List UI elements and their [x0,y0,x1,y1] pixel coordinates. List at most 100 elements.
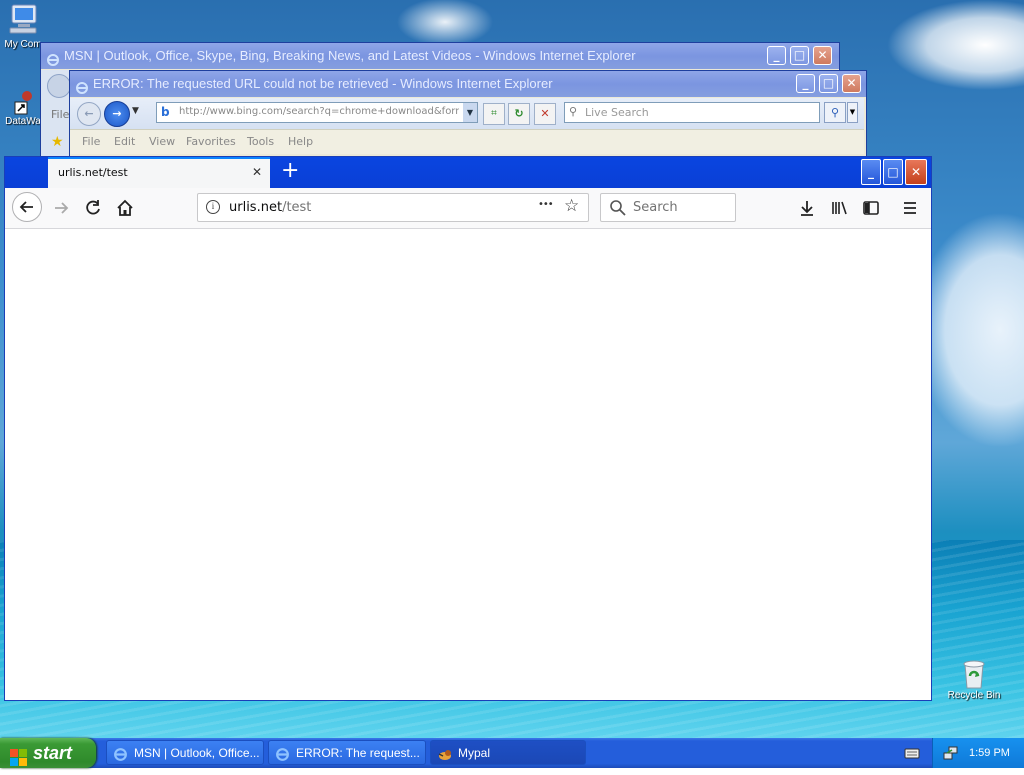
mypal-maximize-button[interactable]: □ [883,159,903,185]
recycle-bin-shortcut[interactable]: Recycle Bin [942,656,1006,701]
library-button[interactable] [825,194,853,222]
datawa-shortcut-icon [13,90,33,116]
ie-error-minimize-button[interactable]: _ [796,74,815,93]
download-icon [801,201,813,216]
ie-error-window[interactable]: ERROR: The requested URL could not be re… [69,70,867,162]
forward-button[interactable] [47,194,75,222]
ie-menu-tools[interactable]: Tools [247,135,274,148]
ie-error-close-button[interactable]: ✕ [842,74,861,93]
start-button[interactable]: start [0,738,96,768]
taskbar-item-mypal[interactable]: Mypal [430,740,586,765]
page-actions-icon[interactable]: ••• [538,199,554,210]
ie-menu-favorites[interactable]: Favorites [186,135,236,148]
ie-refresh-button[interactable]: ↻ [508,103,530,125]
ie-search-magnifier-icon: ⚲ [569,105,578,118]
taskbar-item-error[interactable]: ERROR: The request... [268,740,426,765]
clock[interactable]: 1:59 PM [969,738,1010,768]
search-placeholder: Search [633,200,678,215]
ie-error-navbar: ← → ▼ b http://www.bing.com/search?q=chr… [70,98,864,129]
ie-search-go-button[interactable]: ⚲ [824,102,846,123]
library-icon [832,201,847,215]
desktop: My Com DataWa Recycle Bin MSN | Outlook,… [0,0,1024,738]
ie-back-button[interactable]: ← [77,102,101,126]
reload-icon [86,200,100,215]
mypal-nav-toolbar: i urlis.net/test ••• ☆ Search [5,188,931,229]
ie-icon [113,746,128,764]
taskbar-item-msn[interactable]: MSN | Outlook, Office... [106,740,264,765]
mypal-tab-bar[interactable]: urlis.net/test ✕ + _ □ ✕ [5,157,931,188]
ie-address-bar[interactable]: b http://www.bing.com/search?q=chrome+do… [156,102,478,123]
ie-live-search-input[interactable]: ⚲ Live Search [564,102,820,123]
ie-error-menubar: File Edit View Favorites Tools Help [70,129,864,154]
ie-menu-view[interactable]: View [149,135,175,148]
search-box[interactable]: Search [600,193,736,222]
ie-menu-help[interactable]: Help [288,135,313,148]
ie-menu-file[interactable]: File [82,135,100,148]
ie-msn-toolbar-strip: File ★ [41,70,71,162]
ie-search-options-dropdown[interactable]: ▼ [847,102,858,123]
url-path: /test [282,200,312,215]
ie-msn-maximize-button[interactable]: □ [790,46,809,65]
page-content-area[interactable] [5,229,931,700]
recycle-bin-icon [959,656,989,690]
new-tab-button[interactable]: + [281,158,299,184]
sidebar-icon [863,201,879,215]
my-computer-icon [0,2,46,39]
mypal-close-button[interactable]: ✕ [905,159,927,185]
hamburger-menu-icon [904,202,916,214]
network-tray-icon[interactable] [943,745,959,764]
ie-menu-edit[interactable]: Edit [114,135,135,148]
tab-close-icon[interactable]: ✕ [252,165,262,179]
keyboard-layout-icon[interactable] [904,746,920,763]
taskbar-item-msn-label: MSN | Outlook, Office... [134,746,260,760]
windows-logo-icon [10,745,27,775]
back-button[interactable] [12,192,42,222]
ie-msn-title: MSN | Outlook, Office, Skype, Bing, Brea… [64,48,636,63]
reload-button[interactable] [79,194,107,222]
ie-address-dropdown-icon[interactable]: ▼ [463,103,477,122]
ie-stop-button[interactable]: ✕ [534,103,556,125]
ie-address-text[interactable]: http://www.bing.com/search?q=chrome+down… [179,106,459,117]
bing-icon: b [161,105,170,119]
back-arrow-icon [19,201,33,213]
ie-msn-back-button[interactable] [47,74,71,98]
ie-forward-button[interactable]: → [104,101,130,127]
forward-arrow-icon [55,202,69,214]
ie-icon [75,78,89,94]
home-icon [117,199,133,216]
home-button[interactable] [111,194,139,222]
taskbar-item-mypal-label: Mypal [458,746,491,760]
ie-msn-favorites-star-icon[interactable]: ★ [51,134,64,150]
start-label: start [33,743,73,763]
ie-live-search-placeholder: Live Search [585,106,649,119]
url-host: urlis.net [229,200,283,215]
ie-msn-minimize-button[interactable]: _ [767,46,786,65]
tab-urlis-test[interactable]: urlis.net/test ✕ [48,157,270,188]
ie-error-title: ERROR: The requested URL could not be re… [93,76,553,91]
ie-error-titlebar[interactable]: ERROR: The requested URL could not be re… [70,71,866,97]
ie-msn-menu-file[interactable]: File [51,108,69,121]
mypal-browser-window[interactable]: urlis.net/test ✕ + _ □ ✕ i urlis.net/tes… [4,156,932,701]
ie-icon [275,746,290,764]
url-bar[interactable]: i urlis.net/test ••• ☆ [197,193,589,222]
sidebar-button[interactable] [857,194,885,222]
taskbar: start MSN | Outlook, Office... ERROR: Th… [0,738,1024,768]
ie-history-dropdown-icon[interactable]: ▼ [132,106,139,116]
taskbar-item-error-label: ERROR: The request... [296,746,420,760]
search-icon [610,200,626,216]
mypal-minimize-button[interactable]: _ [861,159,881,185]
ie-error-maximize-button[interactable]: □ [819,74,838,93]
system-tray: 1:59 PM [932,738,1024,768]
ie-msn-close-button[interactable]: ✕ [813,46,832,65]
ie-icon [46,50,60,66]
bookmark-star-icon[interactable]: ☆ [564,196,579,216]
mypal-icon [437,746,453,764]
tab-title: urlis.net/test [58,166,128,179]
ie-msn-titlebar[interactable]: MSN | Outlook, Office, Skype, Bing, Brea… [41,43,839,69]
ie-compat-view-icon[interactable]: ⌗ [483,103,505,125]
url-text[interactable]: urlis.net/test [229,200,311,215]
menu-button[interactable] [896,194,924,222]
site-info-icon[interactable]: i [206,200,220,214]
recycle-bin-label: Recycle Bin [947,690,1001,701]
downloads-button[interactable] [793,194,821,222]
